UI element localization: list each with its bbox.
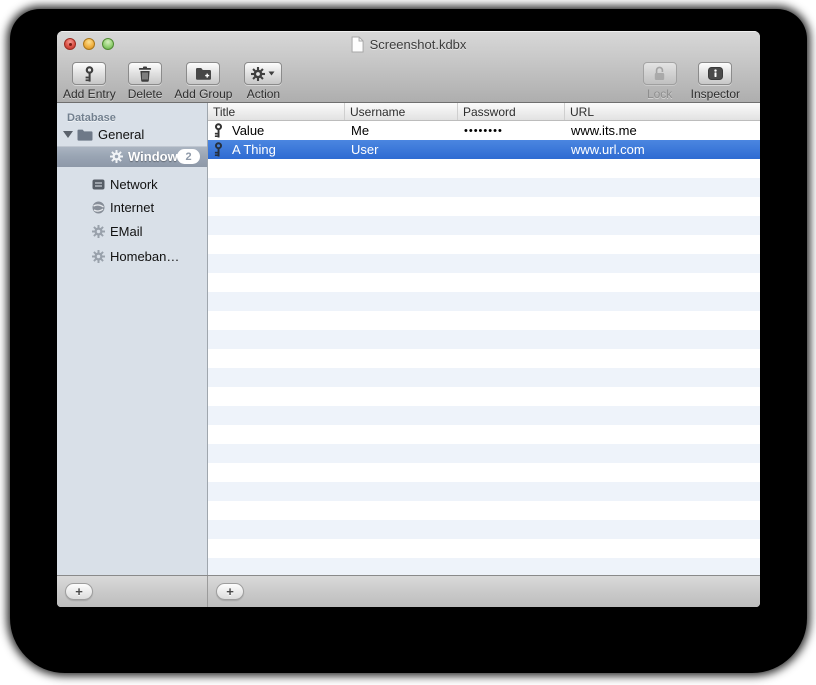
column-header-title[interactable]: Title [208, 103, 345, 120]
delete-label: Delete [127, 87, 163, 101]
sidebar-item-homebanking[interactable]: Homeban… [57, 244, 207, 269]
trash-icon [139, 66, 152, 82]
sidebar-item-network[interactable]: Network [57, 173, 207, 195]
toolbar-left-group: Add Entry Delete Add Group Action [63, 62, 283, 101]
add-group-plus-button[interactable]: + [65, 583, 93, 600]
sidebar-item-label: EMail [110, 224, 143, 239]
column-header-password[interactable]: Password [458, 103, 565, 120]
entry-table: Title Username Password URL Value Me •••… [208, 103, 760, 575]
url-cell: www.url.com [571, 142, 645, 157]
password-cell: •••••••• [464, 124, 503, 137]
key-icon [214, 142, 222, 157]
document-icon [351, 36, 364, 52]
globe-icon [92, 201, 105, 213]
bottom-bar-sidebar-section: + [57, 576, 208, 607]
action-label: Action [246, 87, 281, 101]
app-window: Screenshot.kdbx Add Entry Delete Add Gro… [57, 31, 760, 607]
sidebar-item-general[interactable]: General [57, 126, 207, 143]
key-icon [85, 65, 94, 82]
inspector-icon [707, 67, 723, 80]
column-header-username[interactable]: Username [345, 103, 458, 120]
entry-title: Value [232, 123, 265, 138]
title-cell: A Thing [208, 142, 345, 157]
bottom-bar: + + [57, 575, 760, 607]
username-cell: User [351, 142, 379, 157]
add-group-item: Add Group [174, 62, 232, 101]
add-entry-button[interactable] [72, 62, 107, 85]
sidebar-item-label: Network [110, 176, 158, 192]
close-button[interactable] [64, 38, 76, 50]
toolbar: Add Entry Delete Add Group Action Lock I… [57, 57, 760, 103]
delete-button[interactable] [128, 62, 163, 85]
inspector-label: Inspector [690, 87, 740, 101]
network-icon [92, 179, 105, 189]
username-cell: Me [351, 123, 370, 138]
sidebar-item-email[interactable]: EMail [57, 219, 207, 244]
folder-icon [77, 129, 93, 141]
desktop-background: Screenshot.kdbx Add Entry Delete Add Gro… [0, 0, 816, 685]
table-row-selected[interactable]: A Thing User www.url.com [208, 140, 760, 159]
sidebar-item-internet[interactable]: Internet [57, 195, 207, 219]
gear-icon [92, 250, 105, 263]
sidebar-item-label: General [98, 127, 145, 142]
sidebar: Database General Windows 2 Network Inter… [57, 103, 208, 575]
sidebar-item-label: Homeban… [110, 249, 180, 264]
caret-down-icon [268, 71, 275, 76]
table-header: Title Username Password URL [208, 103, 760, 121]
sidebar-section-database: Database [67, 112, 116, 124]
add-group-button[interactable] [186, 62, 221, 85]
window-chrome: Screenshot.kdbx Add Entry Delete Add Gro… [57, 31, 760, 103]
delete-item: Delete [127, 62, 163, 101]
action-item: Action [244, 62, 283, 101]
bottom-bar-table-section: + [208, 576, 760, 607]
sidebar-item-windows[interactable]: Windows 2 [57, 146, 207, 167]
add-group-label: Add Group [174, 87, 233, 101]
traffic-lights [64, 31, 114, 57]
column-header-url[interactable]: URL [565, 103, 760, 120]
titlebar[interactable]: Screenshot.kdbx [57, 31, 760, 57]
lock-open-icon [654, 66, 665, 80]
main-area: Database General Windows 2 Network Inter… [57, 103, 760, 575]
action-button[interactable] [244, 62, 283, 85]
sidebar-item-label: Internet [110, 199, 155, 215]
entry-count-badge: 2 [177, 149, 200, 164]
inspector-item: Inspector [691, 62, 740, 101]
inspector-button[interactable] [698, 62, 733, 85]
folder-plus-icon [195, 68, 211, 80]
gear-icon [251, 66, 266, 81]
table-row[interactable]: Value Me •••••••• www.its.me [208, 121, 760, 140]
title-area: Screenshot.kdbx [351, 31, 467, 57]
table-body: Value Me •••••••• www.its.me A Thing Use… [208, 121, 760, 575]
window-title: Screenshot.kdbx [369, 36, 467, 52]
disclosure-triangle-icon[interactable] [63, 131, 73, 138]
title-cell: Value [208, 123, 345, 138]
add-entry-item: Add Entry [63, 62, 116, 101]
add-entry-label: Add Entry [63, 87, 116, 101]
entry-title: A Thing [232, 142, 276, 157]
url-cell: www.its.me [571, 123, 637, 138]
minimize-button[interactable] [83, 38, 95, 50]
gear-icon [110, 150, 123, 163]
toolbar-right-group: Lock Inspector [642, 62, 740, 101]
lock-button[interactable] [642, 62, 677, 85]
lock-label: Lock [646, 87, 673, 101]
lock-item: Lock [642, 62, 677, 101]
gear-icon [92, 225, 105, 238]
add-entry-plus-button[interactable]: + [216, 583, 244, 600]
key-icon [214, 123, 222, 138]
zoom-button[interactable] [102, 38, 114, 50]
